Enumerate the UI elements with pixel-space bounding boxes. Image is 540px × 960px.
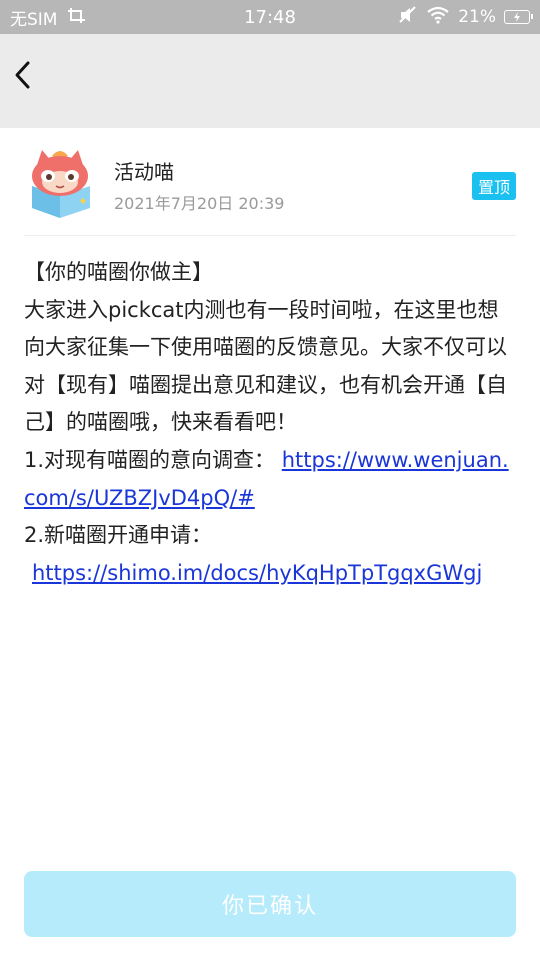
status-bar: 无SIM 17:48 21%	[0, 0, 540, 34]
back-button[interactable]	[8, 56, 36, 94]
battery-icon	[504, 10, 533, 24]
application-item: 2.新喵圈开通申请： https://shimo.im/docs/hyKqHpT…	[24, 517, 516, 592]
survey-label: 1.对现有喵圈的意向调查：	[24, 447, 276, 472]
survey-item: 1.对现有喵圈的意向调查： https://www.wenjuan.com/s/…	[24, 442, 516, 517]
application-link[interactable]: https://shimo.im/docs/hyKqHpTpTgqxGWgj	[32, 561, 482, 585]
pinned-badge: 置顶	[471, 172, 516, 200]
cat-mascot-avatar	[32, 150, 90, 218]
author-name[interactable]: 活动喵	[114, 156, 174, 185]
avatar[interactable]	[24, 146, 96, 218]
post-body: 大家进入pickcat内测也有一段时间啦，在这里也想向大家征集一下使用喵圈的反馈…	[24, 297, 507, 435]
post-content: 【你的喵圈你做主】 大家进入pickcat内测也有一段时间啦，在这里也想向大家征…	[24, 254, 516, 592]
status-time: 17:48	[244, 6, 296, 28]
confirmed-button[interactable]: 你已确认	[24, 871, 516, 937]
post-date: 2021年7月20日 20:39	[114, 194, 285, 213]
nav-bar	[0, 34, 540, 128]
back-chevron-icon	[15, 61, 30, 89]
post-title: 【你的喵圈你做主】	[24, 260, 213, 284]
post-header: 活动喵 2021年7月20日 20:39 置顶	[24, 146, 516, 236]
application-label: 2.新喵圈开通申请：	[24, 523, 213, 548]
